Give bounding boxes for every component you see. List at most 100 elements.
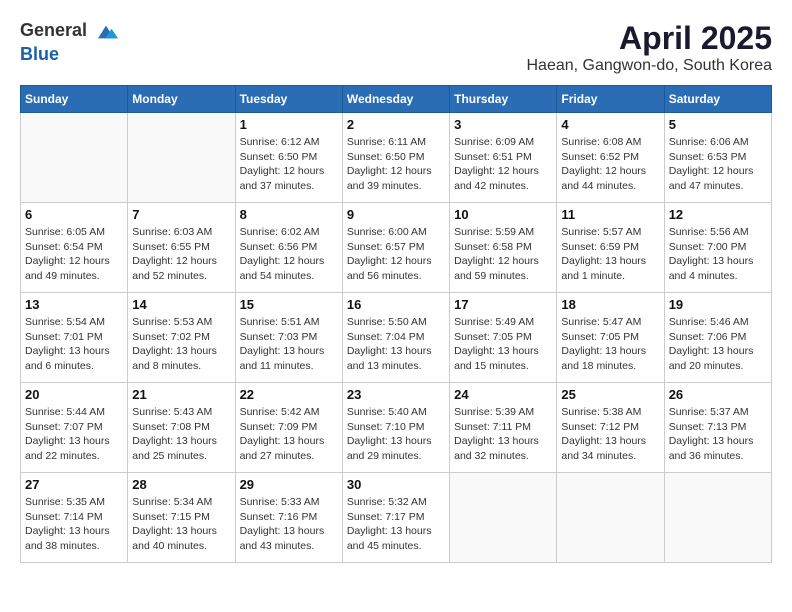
logo-text: General Blue xyxy=(20,20,118,65)
cell-info: Sunrise: 5:53 AMSunset: 7:02 PMDaylight:… xyxy=(132,315,230,374)
day-number: 14 xyxy=(132,297,230,312)
logo-blue: Blue xyxy=(20,44,59,64)
cell-info: Sunrise: 5:43 AMSunset: 7:08 PMDaylight:… xyxy=(132,405,230,464)
calendar-cell xyxy=(21,113,128,203)
cell-info: Sunrise: 5:42 AMSunset: 7:09 PMDaylight:… xyxy=(240,405,338,464)
calendar-cell: 26Sunrise: 5:37 AMSunset: 7:13 PMDayligh… xyxy=(664,383,771,473)
week-row-5: 27Sunrise: 5:35 AMSunset: 7:14 PMDayligh… xyxy=(21,473,772,563)
weekday-header-thursday: Thursday xyxy=(450,86,557,113)
cell-info: Sunrise: 6:06 AMSunset: 6:53 PMDaylight:… xyxy=(669,135,767,194)
day-number: 15 xyxy=(240,297,338,312)
calendar-cell: 1 Sunrise: 6:12 AMSunset: 6:50 PMDaylight… xyxy=(235,113,342,203)
calendar-cell: 14 Sunrise: 5:53 AMSunset: 7:02 PMDayligh… xyxy=(128,293,235,383)
cell-info: Sunrise: 6:09 AMSunset: 6:51 PMDaylight:… xyxy=(454,135,552,194)
cell-info: Sunrise: 5:51 AMSunset: 7:03 PMDaylight:… xyxy=(240,315,338,374)
cell-info: Sunrise: 5:40 AMSunset: 7:10 PMDaylight:… xyxy=(347,405,445,464)
day-number: 6 xyxy=(25,207,123,222)
day-number: 13 xyxy=(25,297,123,312)
day-number: 24 xyxy=(454,387,552,402)
day-number: 29 xyxy=(240,477,338,492)
calendar-cell: 28 Sunrise: 5:34 AMSunset: 7:15 PMDayligh… xyxy=(128,473,235,563)
calendar-cell: 11Sunrise: 5:57 AMSunset: 6:59 PMDayligh… xyxy=(557,203,664,293)
weekday-header-friday: Friday xyxy=(557,86,664,113)
calendar-cell: 13Sunrise: 5:54 AMSunset: 7:01 PMDayligh… xyxy=(21,293,128,383)
day-number: 3 xyxy=(454,117,552,132)
cell-info: Sunrise: 5:39 AMSunset: 7:11 PMDaylight:… xyxy=(454,405,552,464)
calendar-cell: 17Sunrise: 5:49 AMSunset: 7:05 PMDayligh… xyxy=(450,293,557,383)
calendar-cell: 18 Sunrise: 5:47 AMSunset: 7:05 PMDayligh… xyxy=(557,293,664,383)
day-number: 30 xyxy=(347,477,445,492)
day-number: 12 xyxy=(669,207,767,222)
cell-info: Sunrise: 5:44 AMSunset: 7:07 PMDaylight:… xyxy=(25,405,123,464)
day-number: 20 xyxy=(25,387,123,402)
calendar-cell: 15 Sunrise: 5:51 AMSunset: 7:03 PMDayligh… xyxy=(235,293,342,383)
week-row-4: 20 Sunrise: 5:44 AMSunset: 7:07 PMDayligh… xyxy=(21,383,772,473)
day-number: 7 xyxy=(132,207,230,222)
cell-info: Sunrise: 5:37 AMSunset: 7:13 PMDaylight:… xyxy=(669,405,767,464)
day-number: 16 xyxy=(347,297,445,312)
calendar-cell: 3 Sunrise: 6:09 AMSunset: 6:51 PMDaylight… xyxy=(450,113,557,203)
day-number: 28 xyxy=(132,477,230,492)
calendar-cell: 22 Sunrise: 5:42 AMSunset: 7:09 PMDayligh… xyxy=(235,383,342,473)
calendar-cell: 30Sunrise: 5:32 AMSunset: 7:17 PMDayligh… xyxy=(342,473,449,563)
calendar-cell: 23 Sunrise: 5:40 AMSunset: 7:10 PMDayligh… xyxy=(342,383,449,473)
calendar-cell xyxy=(557,473,664,563)
week-row-2: 6 Sunrise: 6:05 AMSunset: 6:54 PMDaylight… xyxy=(21,203,772,293)
calendar-cell: 19 Sunrise: 5:46 AMSunset: 7:06 PMDayligh… xyxy=(664,293,771,383)
cell-info: Sunrise: 5:47 AMSunset: 7:05 PMDaylight:… xyxy=(561,315,659,374)
day-number: 27 xyxy=(25,477,123,492)
weekday-header-tuesday: Tuesday xyxy=(235,86,342,113)
cell-info: Sunrise: 6:08 AMSunset: 6:52 PMDaylight:… xyxy=(561,135,659,194)
cell-info: Sunrise: 6:00 AMSunset: 6:57 PMDaylight:… xyxy=(347,225,445,284)
day-number: 9 xyxy=(347,207,445,222)
cell-info: Sunrise: 6:02 AMSunset: 6:56 PMDaylight:… xyxy=(240,225,338,284)
page-header: General Blue April 2025 Haean, Gangwon-d… xyxy=(20,20,772,75)
day-number: 23 xyxy=(347,387,445,402)
day-number: 22 xyxy=(240,387,338,402)
cell-info: Sunrise: 6:12 AMSunset: 6:50 PMDaylight:… xyxy=(240,135,338,194)
logo-general: General xyxy=(20,20,87,40)
cell-info: Sunrise: 5:38 AMSunset: 7:12 PMDaylight:… xyxy=(561,405,659,464)
day-number: 4 xyxy=(561,117,659,132)
cell-info: Sunrise: 6:05 AMSunset: 6:54 PMDaylight:… xyxy=(25,225,123,284)
day-number: 25 xyxy=(561,387,659,402)
calendar-cell: 25 Sunrise: 5:38 AMSunset: 7:12 PMDayligh… xyxy=(557,383,664,473)
calendar-table: SundayMondayTuesdayWednesdayThursdayFrid… xyxy=(20,85,772,563)
day-number: 17 xyxy=(454,297,552,312)
logo: General Blue xyxy=(20,20,118,65)
calendar-cell: 21Sunrise: 5:43 AMSunset: 7:08 PMDayligh… xyxy=(128,383,235,473)
weekday-header-row: SundayMondayTuesdayWednesdayThursdayFrid… xyxy=(21,86,772,113)
cell-info: Sunrise: 6:03 AMSunset: 6:55 PMDaylight:… xyxy=(132,225,230,284)
weekday-header-wednesday: Wednesday xyxy=(342,86,449,113)
month-year-title: April 2025 xyxy=(527,20,773,57)
calendar-cell: 16Sunrise: 5:50 AMSunset: 7:04 PMDayligh… xyxy=(342,293,449,383)
weekday-header-sunday: Sunday xyxy=(21,86,128,113)
calendar-cell: 10 Sunrise: 5:59 AMSunset: 6:58 PMDayligh… xyxy=(450,203,557,293)
calendar-cell xyxy=(128,113,235,203)
cell-info: Sunrise: 5:56 AMSunset: 7:00 PMDaylight:… xyxy=(669,225,767,284)
calendar-cell: 8 Sunrise: 6:02 AMSunset: 6:56 PMDaylight… xyxy=(235,203,342,293)
calendar-cell: 9 Sunrise: 6:00 AMSunset: 6:57 PMDaylight… xyxy=(342,203,449,293)
title-block: April 2025 Haean, Gangwon-do, South Kore… xyxy=(527,20,773,75)
calendar-cell: 24 Sunrise: 5:39 AMSunset: 7:11 PMDayligh… xyxy=(450,383,557,473)
day-number: 1 xyxy=(240,117,338,132)
cell-info: Sunrise: 5:46 AMSunset: 7:06 PMDaylight:… xyxy=(669,315,767,374)
cell-info: Sunrise: 5:59 AMSunset: 6:58 PMDaylight:… xyxy=(454,225,552,284)
calendar-cell: 2Sunrise: 6:11 AMSunset: 6:50 PMDaylight… xyxy=(342,113,449,203)
calendar-cell: 6 Sunrise: 6:05 AMSunset: 6:54 PMDaylight… xyxy=(21,203,128,293)
calendar-cell: 29Sunrise: 5:33 AMSunset: 7:16 PMDayligh… xyxy=(235,473,342,563)
day-number: 8 xyxy=(240,207,338,222)
cell-info: Sunrise: 5:34 AMSunset: 7:15 PMDaylight:… xyxy=(132,495,230,554)
day-number: 5 xyxy=(669,117,767,132)
calendar-cell: 20 Sunrise: 5:44 AMSunset: 7:07 PMDayligh… xyxy=(21,383,128,473)
calendar-cell xyxy=(664,473,771,563)
day-number: 19 xyxy=(669,297,767,312)
week-row-1: 1 Sunrise: 6:12 AMSunset: 6:50 PMDaylight… xyxy=(21,113,772,203)
day-number: 2 xyxy=(347,117,445,132)
calendar-cell: 12 Sunrise: 5:56 AMSunset: 7:00 PMDayligh… xyxy=(664,203,771,293)
calendar-cell xyxy=(450,473,557,563)
day-number: 18 xyxy=(561,297,659,312)
day-number: 10 xyxy=(454,207,552,222)
week-row-3: 13Sunrise: 5:54 AMSunset: 7:01 PMDayligh… xyxy=(21,293,772,383)
location-subtitle: Haean, Gangwon-do, South Korea xyxy=(527,57,773,75)
